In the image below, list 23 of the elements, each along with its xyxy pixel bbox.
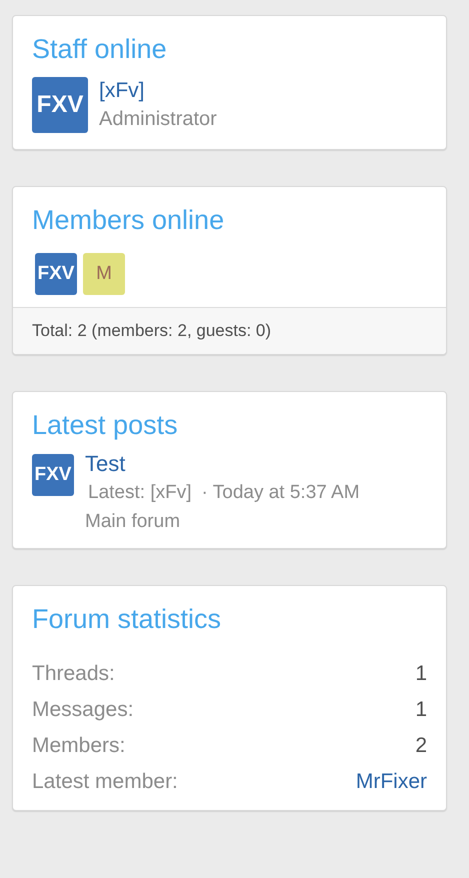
block-title[interactable]: Latest posts xyxy=(13,392,446,442)
member-link[interactable]: MrFixer xyxy=(356,764,427,800)
user-avatar[interactable]: FXV xyxy=(35,253,77,295)
post-time: · Today at 5:37 AM xyxy=(201,481,360,505)
stat-label: Latest member: xyxy=(32,769,178,795)
online-total: Total: 2 (members: 2, guests: 0) xyxy=(13,307,446,354)
stat-value: 1 xyxy=(415,661,427,687)
username-link[interactable]: [xFv] xyxy=(99,77,217,105)
user-avatar[interactable]: FXV xyxy=(32,454,74,496)
stat-value: 1 xyxy=(415,697,427,723)
user-avatar[interactable]: M xyxy=(83,253,125,295)
forum-link[interactable]: Main forum xyxy=(85,508,360,536)
stat-label: Messages: xyxy=(32,697,134,723)
thread-title-link[interactable]: Test xyxy=(85,450,360,478)
user-role: Administrator xyxy=(99,107,217,132)
block-title[interactable]: Staff online xyxy=(13,16,446,66)
block-title[interactable]: Members online xyxy=(13,187,446,237)
stat-label: Threads: xyxy=(32,661,115,687)
stat-label: Members: xyxy=(32,733,126,759)
stat-value: 2 xyxy=(415,733,427,759)
user-avatar[interactable]: FXV xyxy=(32,77,88,133)
latest-poster-link[interactable]: Latest: [xFv] xyxy=(88,478,192,508)
block-title[interactable]: Forum statistics xyxy=(13,586,446,636)
